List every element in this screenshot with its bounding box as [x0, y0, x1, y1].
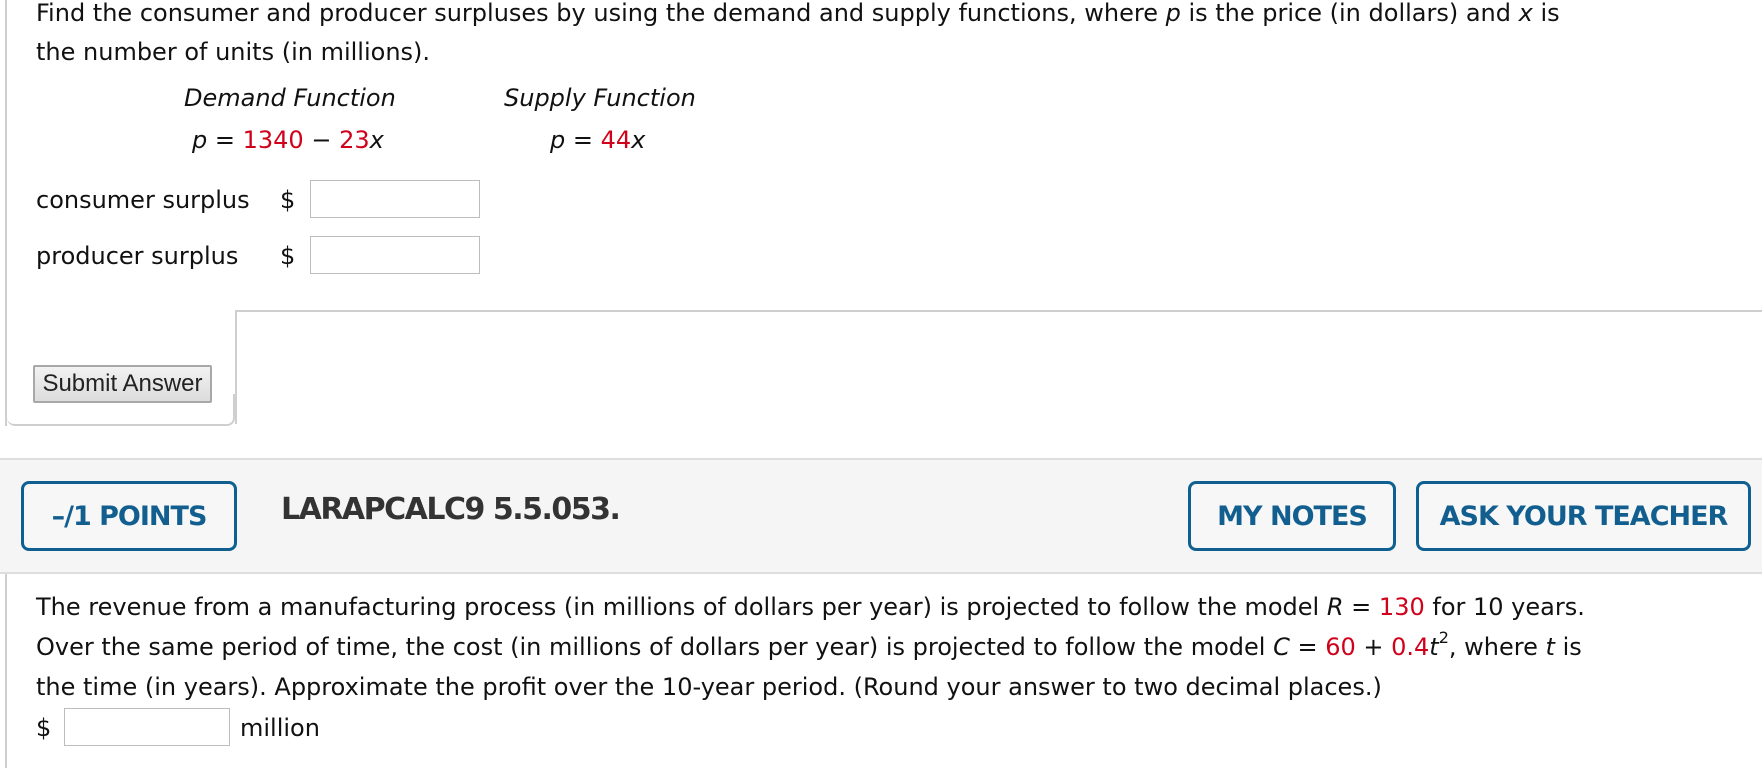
points-button[interactable]: –/1 POINTS	[21, 481, 237, 551]
equals: =	[1289, 633, 1326, 661]
revenue-value: 130	[1378, 593, 1425, 621]
var-p: p	[1165, 0, 1181, 27]
question-2-title: LARAPCALC9 5.5.053.	[281, 492, 621, 527]
prompt-text: is	[1554, 633, 1582, 661]
unit-label: million	[240, 714, 320, 742]
prompt-text: , where	[1448, 633, 1546, 661]
var-t: t	[1545, 633, 1555, 661]
demand-function-title: Demand Function	[184, 84, 396, 112]
exponent: 2	[1438, 628, 1449, 647]
equals: =	[207, 126, 243, 154]
prompt-text: for 10 years.	[1424, 593, 1585, 621]
plus: +	[1355, 633, 1392, 661]
prompt-text: is	[1532, 0, 1560, 27]
prompt-text: The revenue from a manufacturing process…	[36, 593, 1327, 621]
supply-equation: p = 44x	[550, 126, 645, 154]
minus: −	[303, 126, 340, 154]
prompt-text: Find the consumer and producer surpluses…	[36, 0, 1166, 27]
feedback-box-border	[235, 310, 237, 424]
producer-surplus-input[interactable]	[310, 236, 480, 274]
dollar-sign: $	[36, 714, 52, 742]
question-2-header: –/1 POINTS LARAPCALC9 5.5.053. MY NOTES …	[0, 458, 1762, 574]
demand-var: x	[369, 126, 384, 154]
var-r: R	[1326, 593, 1344, 621]
consumer-surplus-input[interactable]	[310, 180, 480, 218]
supply-var: x	[631, 126, 646, 154]
question-2-panel: The revenue from a manufacturing process…	[5, 574, 1762, 768]
question-1-panel: Find the consumer and producer surpluses…	[5, 0, 1762, 426]
supply-function-title: Supply Function	[504, 84, 696, 112]
var-x: x	[1518, 0, 1533, 27]
feedback-box-border	[235, 310, 1762, 312]
consumer-surplus-label: consumer surplus	[36, 186, 250, 214]
ask-your-teacher-button[interactable]: ASK YOUR TEACHER	[1416, 481, 1751, 551]
equals: =	[1343, 593, 1379, 621]
profit-input[interactable]	[64, 708, 230, 746]
equals: =	[565, 126, 601, 154]
dollar-sign: $	[280, 242, 296, 270]
cost-coefficient: 0.4	[1391, 633, 1430, 661]
prompt-text-line2: the number of units (in millions).	[36, 38, 431, 66]
prompt-text-line3: the time (in years). Approximate the pro…	[36, 673, 1382, 701]
var-t: t	[1429, 633, 1439, 661]
cost-constant: 60	[1325, 633, 1356, 661]
supply-coefficient: 44	[600, 126, 632, 154]
demand-equation: p = 1340 − 23x	[192, 126, 384, 154]
producer-surplus-label: producer surplus	[36, 242, 239, 270]
prompt-text: is the price (in dollars) and	[1180, 0, 1519, 27]
question-2-prompt: The revenue from a manufacturing process…	[36, 587, 1756, 707]
demand-constant: 1340	[242, 126, 304, 154]
var-c: C	[1273, 633, 1290, 661]
demand-coefficient: 23	[339, 126, 370, 154]
my-notes-button[interactable]: MY NOTES	[1188, 481, 1396, 551]
supply-lhs: p	[550, 126, 566, 154]
dollar-sign: $	[280, 186, 296, 214]
demand-lhs: p	[192, 126, 208, 154]
submit-answer-button[interactable]: Submit Answer	[33, 365, 212, 403]
prompt-text: Over the same period of time, the cost (…	[36, 633, 1274, 661]
